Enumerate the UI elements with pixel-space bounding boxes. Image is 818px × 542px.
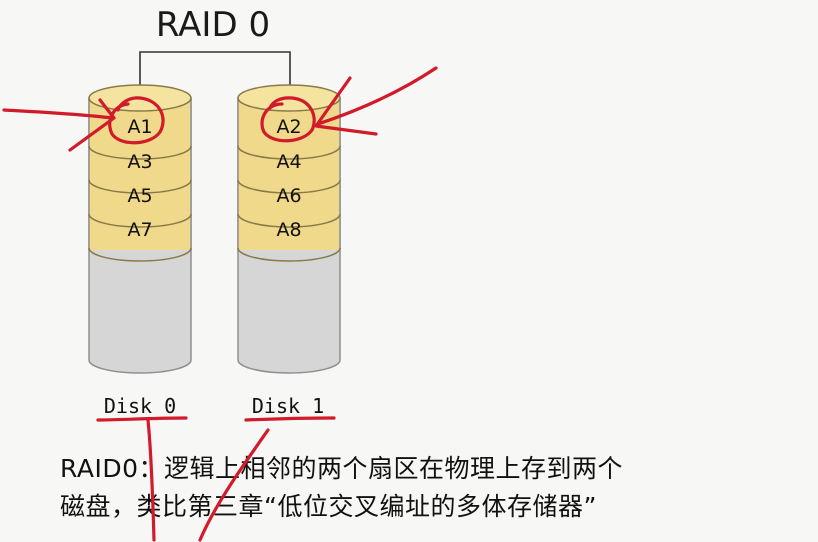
caption-line-2: 磁盘，类比第三章“低位交叉编址的多体存储器” [60, 492, 597, 521]
disk-0-block-a3: A3 [127, 151, 152, 173]
disk-0-block-a5: A5 [127, 185, 152, 207]
disk-0-top-cap [88, 84, 192, 112]
disk-0-block-a1: A1 [127, 116, 152, 138]
disk-1: A2 A4 A6 A8 Disk 1 [237, 84, 341, 418]
diagram-title: RAID 0 [156, 5, 270, 45]
raid-bracket-connector [139, 51, 291, 86]
disk-1-top-cap [237, 84, 341, 112]
disk-1-block-a4: A4 [276, 151, 301, 173]
disk-1-block-a6: A6 [276, 185, 301, 207]
caption: RAID0：逻辑上相邻的两个扇区在物理上存到两个 磁盘，类比第三章“低位交叉编址… [60, 450, 810, 526]
disk-0-block-a7: A7 [127, 219, 152, 241]
disk-0: A1 A3 A5 A7 Disk 0 [88, 84, 192, 418]
raid0-slide: RAID 0 A1 A3 A5 A7 Disk 0 A2 A4 A6 A8 Di… [0, 0, 818, 542]
disk-0-label: Disk 0 [104, 394, 176, 418]
caption-line-1: RAID0：逻辑上相邻的两个扇区在物理上存到两个 [60, 454, 623, 483]
disk-1-block-a2: A2 [276, 116, 301, 138]
disk-1-label: Disk 1 [252, 394, 324, 418]
disk-1-block-a8: A8 [276, 219, 301, 241]
